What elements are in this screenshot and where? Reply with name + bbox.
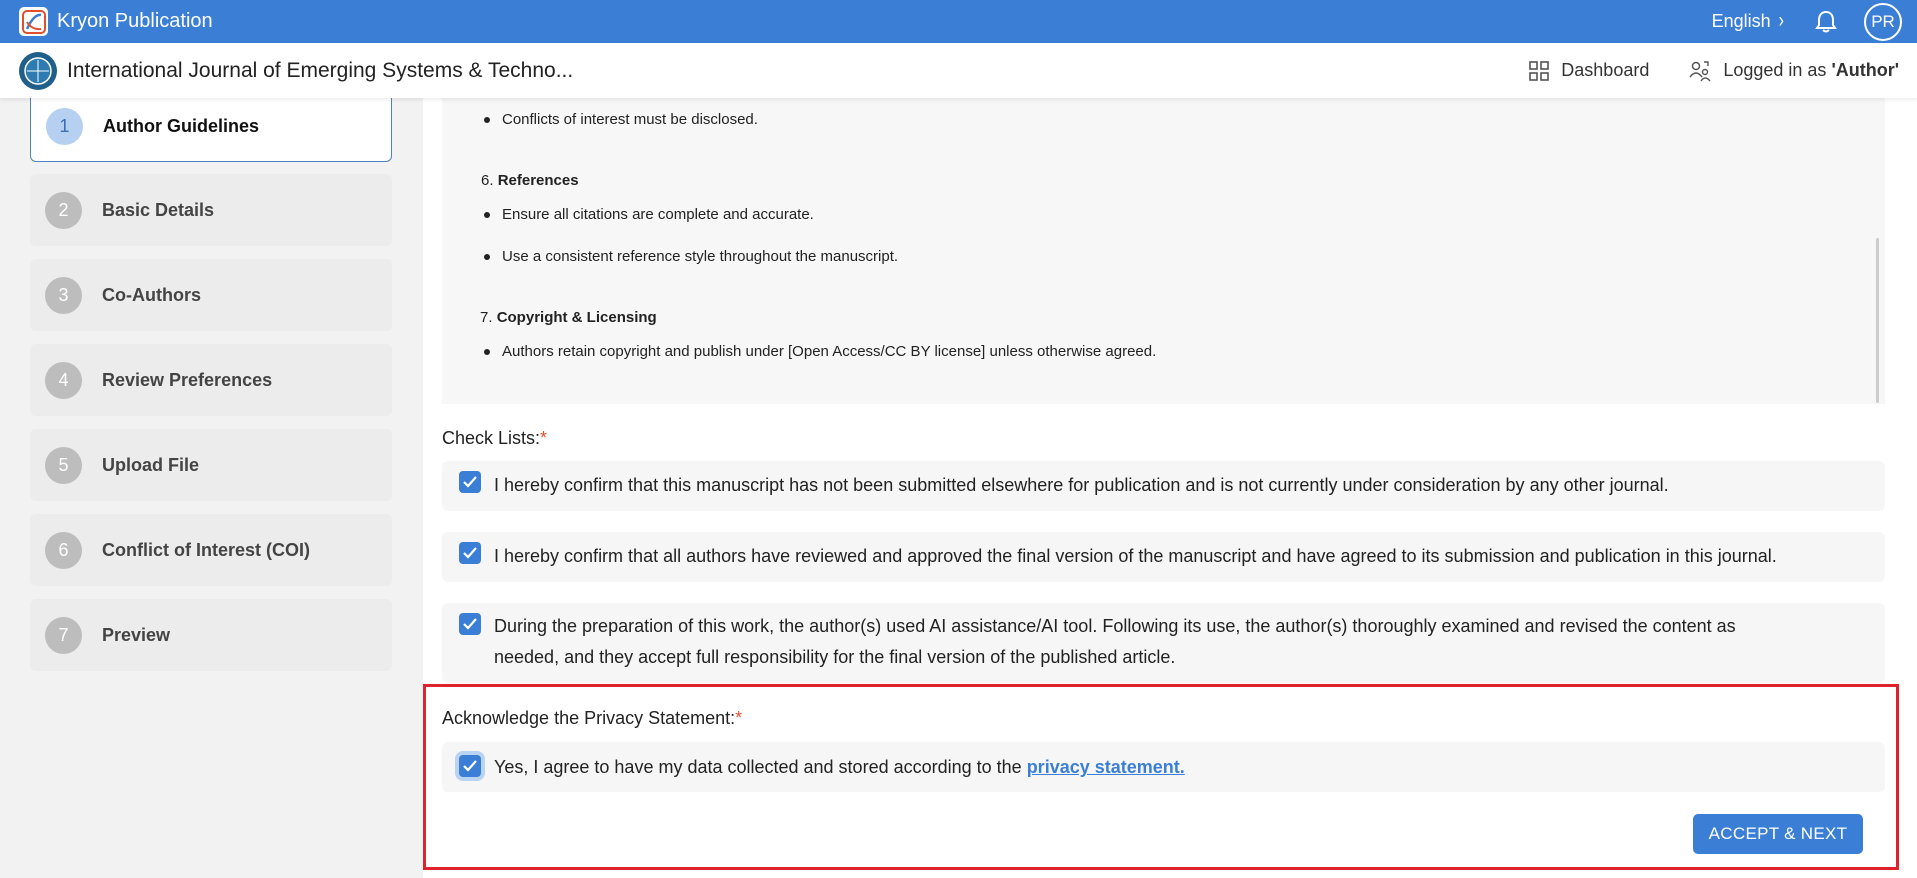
step-number: 2 [45, 191, 82, 229]
step-label: Author Guidelines [103, 115, 260, 136]
step-label: Basic Details [102, 199, 215, 220]
privacy-agree-row: Yes, I agree to have my data collected a… [442, 742, 1885, 792]
checklist-text: During the preparation of this work, the… [494, 611, 1736, 673]
checkmark-icon [463, 618, 477, 630]
guidelines-scrollbar[interactable] [1876, 238, 1879, 403]
user-switch-icon [1689, 60, 1711, 81]
step-label: Co-Authors [102, 284, 201, 305]
checkmark-icon [463, 760, 477, 772]
required-mark: * [540, 428, 548, 448]
main-content: Conflicts of interest must be disclosed.… [423, 98, 1917, 878]
privacy-checkbox[interactable] [459, 755, 481, 777]
guidelines-panel[interactable]: Conflicts of interest must be disclosed.… [442, 98, 1885, 404]
step-label: Preview [102, 624, 171, 645]
journal-title: International Journal of Emerging System… [67, 58, 574, 82]
guideline-heading-references: 6. References [481, 172, 579, 189]
checklist-checkbox[interactable] [459, 471, 481, 493]
step-number: 6 [45, 531, 82, 569]
privacy-agree-label: Yes, I agree to have my data collected a… [494, 757, 1022, 777]
dashboard-link[interactable]: Dashboard [1529, 60, 1649, 81]
step-number: 3 [45, 276, 82, 314]
checklist-item: I hereby confirm that this manuscript ha… [442, 461, 1885, 511]
dashboard-grid-icon [1529, 60, 1550, 81]
brand[interactable]: Kryon Publication [19, 7, 213, 36]
checklist-text-line: needed, and they accept full responsibil… [494, 647, 1176, 667]
step-label: Upload File [102, 454, 200, 475]
checklist-text: I hereby confirm that this manuscript ha… [494, 475, 1669, 495]
checklists-label: Check Lists:* [442, 428, 547, 449]
step-basic-details[interactable]: 2 Basic Details [30, 174, 392, 246]
top-app-bar: Kryon Publication English › PR [0, 0, 1917, 43]
dashboard-label: Dashboard [1561, 60, 1650, 80]
privacy-label-text: Acknowledge the Privacy Statement: [442, 708, 736, 728]
checklist-checkbox[interactable] [459, 613, 481, 635]
step-conflict-of-interest[interactable]: 6 Conflict of Interest (COI) [30, 514, 392, 586]
step-upload-file[interactable]: 5 Upload File [30, 429, 392, 501]
step-review-preferences[interactable]: 4 Review Preferences [30, 344, 392, 416]
checklist-text-line: During the preparation of this work, the… [494, 616, 1736, 636]
step-label: Conflict of Interest (COI) [102, 539, 310, 560]
step-number: 5 [45, 446, 82, 484]
guideline-number: 6. [481, 172, 494, 189]
checklist-item: During the preparation of this work, the… [442, 603, 1885, 683]
logged-in-status: Logged in as 'Author' [1689, 60, 1899, 82]
checkmark-icon [463, 547, 477, 559]
privacy-label: Acknowledge the Privacy Statement:* [442, 708, 742, 729]
step-author-guidelines[interactable]: 1 Author Guidelines [30, 91, 392, 162]
checklist-checkbox[interactable] [459, 542, 481, 564]
checklist-item: I hereby confirm that all authors have r… [442, 532, 1885, 582]
chevron-right-icon: › [1778, 9, 1784, 32]
checklists-label-text: Check Lists: [442, 428, 541, 448]
accept-next-button[interactable]: ACCEPT & NEXT [1693, 814, 1863, 854]
language-selector[interactable]: English › [1711, 9, 1784, 32]
notification-bell-icon[interactable] [1814, 9, 1838, 35]
brand-logo-icon [19, 7, 48, 36]
language-label: English [1711, 11, 1771, 31]
step-co-authors[interactable]: 3 Co-Authors [30, 259, 392, 331]
user-avatar[interactable]: PR [1864, 2, 1902, 41]
guideline-heading-copyright: 7. Copyright & Licensing [480, 309, 657, 326]
step-preview[interactable]: 7 Preview [30, 599, 392, 671]
guideline-bullet: Use a consistent reference style through… [483, 248, 899, 265]
guideline-title: References [497, 172, 579, 189]
privacy-statement-link[interactable]: privacy statement. [1027, 757, 1185, 777]
step-number: 4 [45, 361, 82, 399]
brand-name: Kryon Publication [57, 10, 213, 32]
step-label: Review Preferences [102, 369, 273, 390]
step-number: 1 [46, 107, 83, 145]
guideline-number: 7. [480, 309, 493, 326]
journal-logo-icon [19, 51, 57, 90]
privacy-agree-text: Yes, I agree to have my data collected a… [494, 752, 1185, 783]
logged-in-role: 'Author' [1831, 60, 1899, 80]
logged-in-prefix: Logged in as [1723, 60, 1827, 80]
step-number: 7 [45, 616, 82, 654]
checklist-text: I hereby confirm that all authors have r… [494, 546, 1777, 566]
guideline-bullet: Authors retain copyright and publish und… [483, 343, 1157, 360]
checkmark-icon [463, 476, 477, 488]
guideline-bullet: Conflicts of interest must be disclosed. [484, 111, 758, 128]
guideline-title: Copyright & Licensing [496, 309, 657, 326]
guideline-bullet: Ensure all citations are complete and ac… [484, 206, 814, 223]
journal-header: International Journal of Emerging System… [0, 43, 1917, 98]
required-mark: * [735, 708, 743, 728]
